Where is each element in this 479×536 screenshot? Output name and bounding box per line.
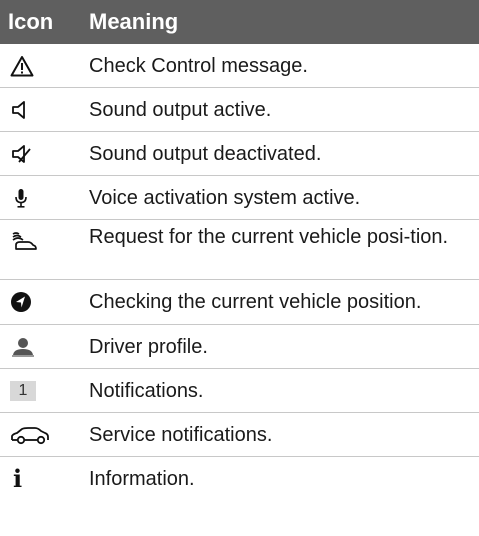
warning-triangle-icon xyxy=(10,55,34,77)
table-row-icon-cell: i xyxy=(0,457,80,501)
table-row-meaning: Driver profile. xyxy=(80,325,479,369)
table-row-icon-cell xyxy=(0,280,80,325)
table-row-meaning: Checking the current vehicle position. xyxy=(80,280,479,325)
driver-profile-icon xyxy=(10,336,36,358)
table-row-meaning: Check Control message. xyxy=(80,44,479,88)
speaker-muted-icon xyxy=(10,143,32,165)
column-header-icon: Icon xyxy=(0,0,80,44)
table-row-meaning: Voice activation system active. xyxy=(80,176,479,220)
navigation-arrow-icon xyxy=(10,291,32,313)
table-row-icon-cell xyxy=(0,88,80,132)
table-row-meaning: Sound output deactivated. xyxy=(80,132,479,176)
table-row-meaning: Service notifications. xyxy=(80,413,479,457)
table-row-icon-cell: 1 xyxy=(0,369,80,413)
table-row-meaning: Notifications. xyxy=(80,369,479,413)
info-icon: i xyxy=(13,464,23,493)
table-row-meaning: Information. xyxy=(89,468,195,490)
speaker-icon xyxy=(10,99,32,121)
table-row-icon-cell xyxy=(0,413,80,457)
icon-meaning-table: Icon Meaning Check Control message. Soun… xyxy=(0,0,479,501)
table-row-icon-cell xyxy=(0,176,80,220)
notification-count-icon: 1 xyxy=(10,380,36,401)
column-header-meaning: Meaning xyxy=(80,0,479,44)
table-row-icon-cell xyxy=(0,44,80,88)
table-row-icon-cell xyxy=(0,220,80,280)
table-row-meaning: Request for the current vehicle posi-tio… xyxy=(80,220,479,280)
table-row-meaning: Sound output active. xyxy=(80,88,479,132)
vehicle-position-request-icon xyxy=(10,230,38,252)
table-row-icon-cell xyxy=(0,132,80,176)
microphone-icon xyxy=(10,187,32,209)
car-icon xyxy=(10,425,50,445)
table-row-icon-cell xyxy=(0,325,80,369)
